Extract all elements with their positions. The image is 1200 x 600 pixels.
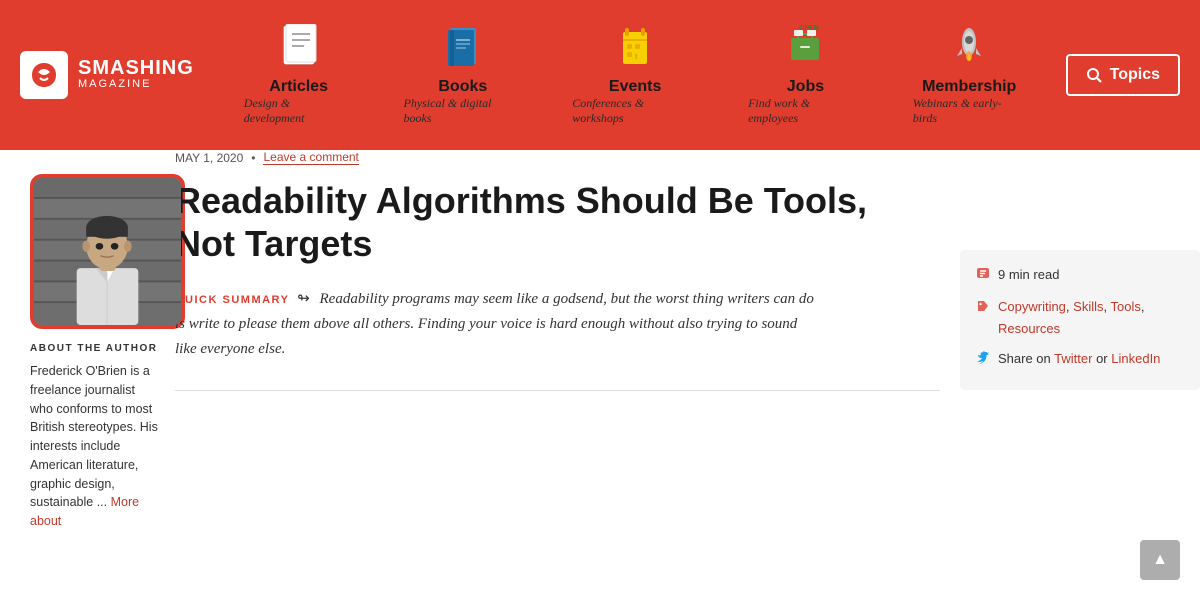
share-twitter[interactable]: Twitter: [1054, 351, 1092, 366]
site-header: SMASHING MAGAZINE Articles De: [0, 0, 1200, 150]
nav-item-membership[interactable]: Membership Webinars & early-birds: [893, 14, 1046, 136]
jobs-icon: OPEN: [781, 24, 829, 72]
nav-item-books[interactable]: Books Physical & digital books: [383, 14, 542, 136]
tags-row: Copywriting, Skills, Tools, Resources: [976, 296, 1184, 340]
logo-text: SMASHING MAGAZINE: [78, 58, 194, 91]
author-sidebar: ABOUT THE AUTHOR Frederick O'Brien is a …: [0, 150, 175, 600]
topics-button[interactable]: Topics: [1066, 54, 1180, 96]
back-to-top-button[interactable]: [1140, 540, 1180, 580]
about-label: ABOUT THE AUTHOR: [30, 343, 159, 354]
main-content: ABOUT THE AUTHOR Frederick O'Brien is a …: [0, 150, 1200, 600]
article-sidebar: 9 min read Copywriting, Skills, Tools, R…: [960, 150, 1200, 600]
leave-comment-link[interactable]: Leave a comment: [263, 150, 358, 165]
twitter-icon: [976, 350, 990, 372]
membership-icon: [945, 24, 993, 72]
info-box: 9 min read Copywriting, Skills, Tools, R…: [960, 250, 1200, 390]
nav-item-jobs[interactable]: OPEN Jobs Find work & employees: [728, 14, 883, 136]
article-title: Readability Algorithms Should Be Tools, …: [175, 179, 875, 265]
article-divider: [175, 390, 940, 391]
author-bio: Frederick O'Brien is a freelance journal…: [30, 362, 159, 531]
clock-icon: [976, 266, 990, 288]
tag-icon: [976, 298, 990, 320]
share-row: Share on Twitter or LinkedIn: [976, 348, 1184, 372]
logo-icon: [20, 51, 68, 99]
author-photo: [30, 174, 185, 329]
share-linkedin[interactable]: LinkedIn: [1111, 351, 1160, 366]
article-content: MAY 1, 2020 • Leave a comment Readabilit…: [175, 150, 960, 600]
nav-item-events[interactable]: ! Events Conferences & workshops: [552, 14, 718, 136]
events-icon: !: [611, 24, 659, 72]
tag-tools[interactable]: Tools: [1111, 299, 1141, 314]
books-icon: [439, 24, 487, 72]
article-meta: MAY 1, 2020 • Leave a comment: [175, 150, 940, 165]
search-icon: [1086, 67, 1102, 83]
svg-text:!: !: [635, 54, 637, 61]
nav-item-articles[interactable]: Articles Design & development: [224, 14, 374, 136]
quick-summary: QUICK SUMMARY ↬ Readability programs may…: [175, 287, 815, 361]
main-nav: Articles Design & development Books Phys…: [224, 14, 1046, 136]
svg-text:OPEN: OPEN: [799, 25, 819, 32]
articles-icon: [275, 24, 323, 72]
tag-skills[interactable]: Skills: [1073, 299, 1103, 314]
read-time-row: 9 min read: [976, 264, 1184, 288]
tag-copywriting[interactable]: Copywriting: [998, 299, 1066, 314]
tag-resources[interactable]: Resources: [998, 321, 1060, 336]
site-logo[interactable]: SMASHING MAGAZINE: [20, 51, 194, 99]
